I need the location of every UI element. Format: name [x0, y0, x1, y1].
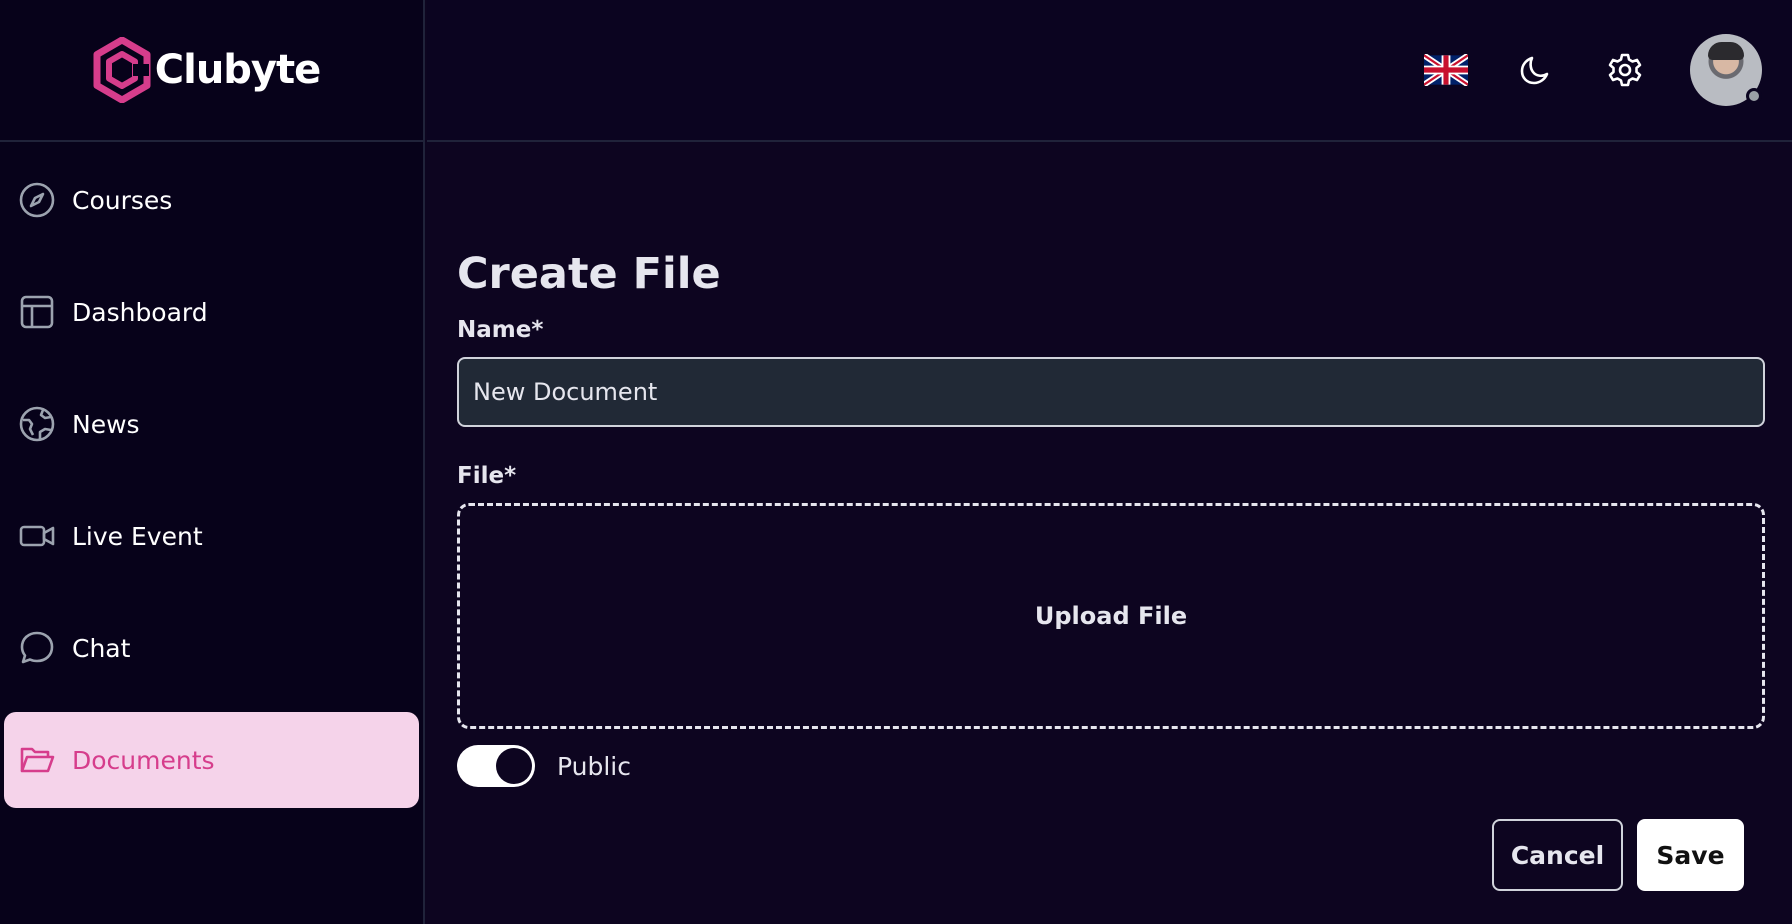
file-label: File* — [457, 463, 517, 489]
compass-icon — [18, 181, 56, 219]
clubyte-logo-icon — [93, 37, 151, 103]
layout-icon — [18, 293, 56, 331]
sidebar-item-live-event[interactable]: Live Event — [4, 488, 419, 584]
sidebar-item-documents[interactable]: Documents — [4, 712, 419, 808]
header-actions — [1422, 34, 1762, 106]
logo-area: Clubyte — [0, 0, 423, 142]
user-avatar[interactable] — [1690, 34, 1762, 106]
public-toggle[interactable] — [457, 745, 535, 787]
app-root: Clubyte Courses Dashboard News Live Even… — [0, 0, 1792, 924]
page-title: Create File — [457, 249, 721, 299]
sidebar-item-label: Courses — [72, 185, 173, 215]
uk-flag-icon — [1424, 54, 1468, 86]
sidebar-item-label: Chat — [72, 633, 131, 663]
sidebar-item-label: Documents — [72, 745, 215, 775]
video-icon — [18, 517, 56, 555]
top-header — [427, 0, 1792, 142]
cancel-button[interactable]: Cancel — [1492, 819, 1623, 891]
name-label: Name* — [457, 317, 544, 343]
public-toggle-row: Public — [457, 745, 1765, 787]
status-dot — [1746, 88, 1762, 104]
name-input[interactable] — [457, 357, 1765, 427]
file-field: File* Upload File — [457, 463, 1765, 729]
moon-icon — [1520, 56, 1549, 85]
sidebar-item-courses[interactable]: Courses — [4, 152, 419, 248]
logo[interactable]: Clubyte — [93, 37, 321, 103]
globe-icon — [18, 405, 56, 443]
sidebar: Clubyte Courses Dashboard News Live Even… — [0, 0, 425, 924]
theme-toggle-button[interactable] — [1512, 46, 1560, 94]
save-button[interactable]: Save — [1637, 819, 1744, 891]
form-actions: Cancel Save — [1492, 819, 1744, 891]
toggle-knob — [496, 748, 532, 784]
sidebar-item-news[interactable]: News — [4, 376, 419, 472]
create-file-form: Create File Name* File* Upload File Publ… — [457, 249, 1765, 787]
sidebar-nav: Courses Dashboard News Live Event Chat D… — [0, 142, 423, 808]
folder-open-icon — [18, 741, 56, 779]
chat-bubble-icon — [18, 629, 56, 667]
logo-text: Clubyte — [154, 47, 321, 93]
language-button[interactable] — [1422, 46, 1470, 94]
sidebar-item-label: News — [72, 409, 140, 439]
upload-file-text: Upload File — [1034, 602, 1188, 630]
sidebar-item-label: Dashboard — [72, 297, 208, 327]
public-label: Public — [557, 751, 631, 781]
sidebar-item-chat[interactable]: Chat — [4, 600, 419, 696]
settings-button[interactable] — [1601, 46, 1649, 94]
main-content: Create File Name* File* Upload File Publ… — [427, 144, 1792, 924]
sidebar-item-dashboard[interactable]: Dashboard — [4, 264, 419, 360]
avatar-hair — [1708, 42, 1744, 60]
gear-icon — [1608, 53, 1642, 87]
sidebar-item-label: Live Event — [72, 521, 203, 551]
upload-dropzone[interactable]: Upload File — [457, 503, 1765, 729]
